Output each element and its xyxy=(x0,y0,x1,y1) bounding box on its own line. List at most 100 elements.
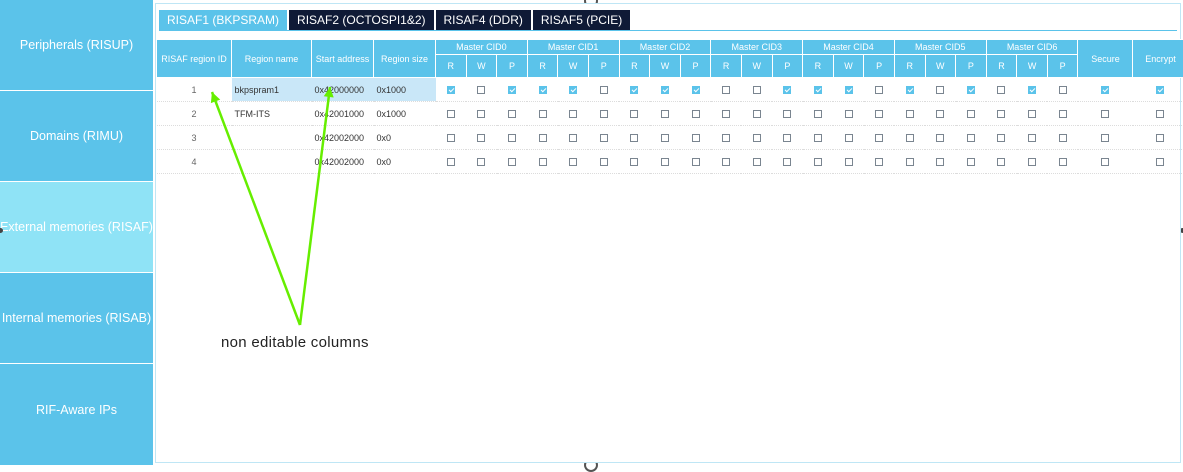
checkbox-cid3-w[interactable] xyxy=(753,158,761,166)
checkbox-cid0-r[interactable] xyxy=(447,134,455,142)
checkbox-cid0-r[interactable] xyxy=(447,110,455,118)
checkbox-cid5-p[interactable] xyxy=(967,158,975,166)
checkbox-cid5-r[interactable] xyxy=(906,134,914,142)
cell-region-size[interactable]: 0x1000 xyxy=(374,102,436,126)
tab-risaf2[interactable]: RISAF2 (OCTOSPI1&2) xyxy=(289,10,433,30)
checkbox-cid4-r[interactable] xyxy=(814,134,822,142)
checkbox-cid6-w[interactable] xyxy=(1028,158,1036,166)
checkbox-cid0-p[interactable] xyxy=(508,158,516,166)
checkbox-cid0-w[interactable] xyxy=(477,134,485,142)
checkbox-cid4-p[interactable] xyxy=(875,86,883,94)
checkbox-cid5-w[interactable] xyxy=(936,86,944,94)
tab-risaf5[interactable]: RISAF5 (PCIE) xyxy=(533,10,630,30)
cell-region-size[interactable]: 0x0 xyxy=(374,150,436,174)
checkbox-cid2-w[interactable] xyxy=(661,158,669,166)
checkbox-cid1-w[interactable] xyxy=(569,158,577,166)
checkbox-cid0-r[interactable] xyxy=(447,86,455,94)
checkbox-cid2-p[interactable] xyxy=(692,86,700,94)
checkbox-cid2-p[interactable] xyxy=(692,158,700,166)
checkbox-cid2-r[interactable] xyxy=(630,158,638,166)
checkbox-encrypt[interactable] xyxy=(1156,158,1164,166)
checkbox-cid2-r[interactable] xyxy=(630,134,638,142)
checkbox-cid5-r[interactable] xyxy=(906,158,914,166)
checkbox-cid6-w[interactable] xyxy=(1028,110,1036,118)
checkbox-cid3-w[interactable] xyxy=(753,134,761,142)
checkbox-cid3-r[interactable] xyxy=(722,158,730,166)
checkbox-secure[interactable] xyxy=(1101,86,1109,94)
sidebar-item-domains[interactable]: Domains (RIMU) xyxy=(0,91,153,182)
checkbox-cid1-r[interactable] xyxy=(539,158,547,166)
checkbox-cid2-p[interactable] xyxy=(692,110,700,118)
checkbox-cid3-p[interactable] xyxy=(783,134,791,142)
tab-risaf1[interactable]: RISAF1 (BKPSRAM) xyxy=(159,10,287,30)
checkbox-cid2-r[interactable] xyxy=(630,110,638,118)
checkbox-cid6-p[interactable] xyxy=(1059,110,1067,118)
checkbox-cid6-r[interactable] xyxy=(997,158,1005,166)
checkbox-cid1-r[interactable] xyxy=(539,110,547,118)
checkbox-cid1-r[interactable] xyxy=(539,86,547,94)
checkbox-cid0-w[interactable] xyxy=(477,158,485,166)
checkbox-cid4-p[interactable] xyxy=(875,158,883,166)
checkbox-encrypt[interactable] xyxy=(1156,86,1164,94)
sidebar-item-internal-memories[interactable]: Internal memories (RISAB) xyxy=(0,273,153,364)
checkbox-cid5-p[interactable] xyxy=(967,134,975,142)
checkbox-cid0-r[interactable] xyxy=(447,158,455,166)
checkbox-cid0-p[interactable] xyxy=(508,110,516,118)
checkbox-cid5-w[interactable] xyxy=(936,158,944,166)
checkbox-cid1-p[interactable] xyxy=(600,86,608,94)
checkbox-encrypt[interactable] xyxy=(1156,110,1164,118)
checkbox-cid3-w[interactable] xyxy=(753,110,761,118)
checkbox-cid2-p[interactable] xyxy=(692,134,700,142)
checkbox-cid4-w[interactable] xyxy=(845,134,853,142)
checkbox-cid1-w[interactable] xyxy=(569,110,577,118)
checkbox-cid6-w[interactable] xyxy=(1028,86,1036,94)
sidebar-item-rif-aware-ips[interactable]: RIF-Aware IPs xyxy=(0,364,153,455)
checkbox-cid4-r[interactable] xyxy=(814,86,822,94)
checkbox-cid0-p[interactable] xyxy=(508,86,516,94)
checkbox-cid5-w[interactable] xyxy=(936,134,944,142)
checkbox-cid3-r[interactable] xyxy=(722,110,730,118)
sidebar-item-peripherals[interactable]: Peripherals (RISUP) xyxy=(0,0,153,91)
checkbox-cid2-w[interactable] xyxy=(661,86,669,94)
cell-region-size[interactable]: 0x1000 xyxy=(374,78,436,102)
checkbox-cid0-w[interactable] xyxy=(477,86,485,94)
sidebar-item-external-memories[interactable]: External memories (RISAF) xyxy=(0,182,153,273)
checkbox-cid3-p[interactable] xyxy=(783,158,791,166)
checkbox-cid6-r[interactable] xyxy=(997,86,1005,94)
checkbox-cid5-p[interactable] xyxy=(967,110,975,118)
checkbox-cid5-r[interactable] xyxy=(906,86,914,94)
checkbox-cid3-p[interactable] xyxy=(783,110,791,118)
checkbox-secure[interactable] xyxy=(1101,134,1109,142)
checkbox-cid4-r[interactable] xyxy=(814,158,822,166)
checkbox-cid1-w[interactable] xyxy=(569,134,577,142)
checkbox-cid6-p[interactable] xyxy=(1059,158,1067,166)
checkbox-cid2-r[interactable] xyxy=(630,86,638,94)
checkbox-cid1-p[interactable] xyxy=(600,158,608,166)
checkbox-cid0-p[interactable] xyxy=(508,134,516,142)
checkbox-cid6-p[interactable] xyxy=(1059,86,1067,94)
checkbox-cid1-p[interactable] xyxy=(600,134,608,142)
checkbox-cid4-p[interactable] xyxy=(875,134,883,142)
checkbox-cid1-w[interactable] xyxy=(569,86,577,94)
checkbox-secure[interactable] xyxy=(1101,110,1109,118)
checkbox-cid5-w[interactable] xyxy=(936,110,944,118)
checkbox-cid3-r[interactable] xyxy=(722,134,730,142)
checkbox-cid4-p[interactable] xyxy=(875,110,883,118)
checkbox-cid0-w[interactable] xyxy=(477,110,485,118)
checkbox-cid2-w[interactable] xyxy=(661,134,669,142)
checkbox-cid6-r[interactable] xyxy=(997,134,1005,142)
checkbox-cid3-p[interactable] xyxy=(783,86,791,94)
tab-risaf4[interactable]: RISAF4 (DDR) xyxy=(436,10,531,30)
checkbox-cid6-w[interactable] xyxy=(1028,134,1036,142)
checkbox-encrypt[interactable] xyxy=(1156,134,1164,142)
checkbox-cid3-r[interactable] xyxy=(722,86,730,94)
checkbox-cid1-p[interactable] xyxy=(600,110,608,118)
checkbox-secure[interactable] xyxy=(1101,158,1109,166)
checkbox-cid4-w[interactable] xyxy=(845,158,853,166)
checkbox-cid1-r[interactable] xyxy=(539,134,547,142)
cell-region-size[interactable]: 0x0 xyxy=(374,126,436,150)
checkbox-cid6-r[interactable] xyxy=(997,110,1005,118)
checkbox-cid4-w[interactable] xyxy=(845,86,853,94)
checkbox-cid4-r[interactable] xyxy=(814,110,822,118)
checkbox-cid3-w[interactable] xyxy=(753,86,761,94)
